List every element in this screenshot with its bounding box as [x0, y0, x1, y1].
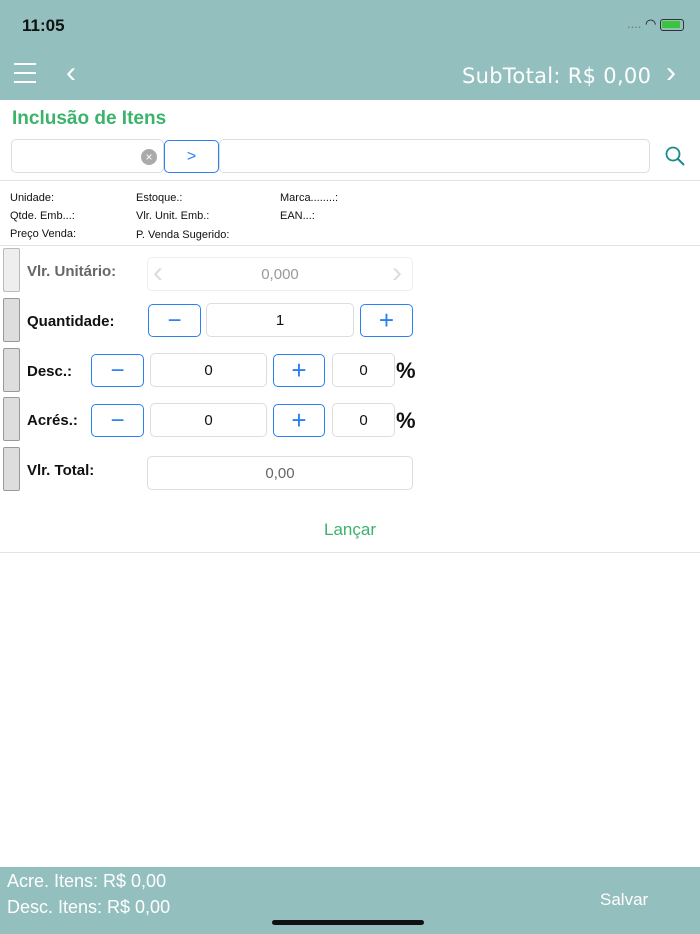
signal-icon: .... [626, 16, 642, 31]
search-icon[interactable] [664, 145, 686, 167]
menu-icon[interactable] [14, 63, 36, 85]
row-handle [3, 248, 20, 292]
page-title: Inclusão de Itens [12, 108, 167, 129]
acre-itens: Acre. Itens: R$ 0,00 [7, 871, 167, 891]
desc-input[interactable]: 0 [150, 353, 267, 387]
acres-percent-input[interactable]: 0 [332, 403, 395, 437]
decrement-icon: ‹ [153, 256, 163, 289]
subtotal: SubTotal: R$ 0,00 [462, 64, 652, 88]
info-marca: Marca........: [280, 192, 339, 204]
info-qtde-emb: Qtde. Emb...: [10, 210, 75, 222]
desc-plus-button[interactable]: + [273, 354, 325, 387]
info-estoque: Estoque.: [136, 192, 183, 204]
increment-icon: › [392, 256, 402, 289]
desc-itens: Desc. Itens: R$ 0,00 [7, 897, 171, 917]
vlr-total-label: Vlr. Total: [27, 462, 95, 479]
row-handle [3, 348, 20, 392]
status-icons: .... ◠ [627, 16, 684, 32]
description-input[interactable] [219, 139, 650, 173]
salvar-button[interactable]: Salvar [600, 890, 648, 910]
lancar-button[interactable]: Lançar [0, 520, 700, 540]
percent-symbol: % [396, 408, 416, 433]
acres-label: Acrés.: [27, 412, 78, 429]
clear-icon[interactable]: × [141, 149, 157, 165]
divider [0, 552, 700, 553]
home-indicator [272, 920, 424, 925]
info-vlr-unit-emb: Vlr. Unit. Emb.: [136, 210, 210, 222]
acres-plus-button[interactable]: + [273, 404, 325, 437]
go-button[interactable]: > [164, 140, 219, 173]
row-handle [3, 298, 20, 342]
status-time: 11:05 [22, 16, 65, 35]
vlr-unitario-field: 0,000 [147, 257, 413, 291]
quantidade-input[interactable]: 1 [206, 303, 354, 337]
row-handle [3, 447, 20, 491]
quantidade-label: Quantidade: [27, 313, 115, 330]
acres-minus-button[interactable]: − [91, 404, 144, 437]
info-unidade: Unidade: [10, 192, 55, 204]
info-p-venda-sugerido: P. Venda Sugerido: [136, 229, 230, 241]
wifi-icon: ◠ [645, 16, 657, 31]
info-ean: EAN...: [280, 210, 315, 222]
acres-input[interactable]: 0 [150, 403, 267, 437]
vlr-total-field: 0,00 [147, 456, 413, 490]
info-preco-venda: Preço Venda: [10, 228, 77, 240]
divider [0, 180, 700, 181]
back-icon[interactable]: ‹ [66, 56, 76, 90]
divider [0, 245, 700, 246]
desc-label: Desc.: [27, 363, 73, 380]
vlr-unitario-label: Vlr. Unitário: [27, 263, 117, 280]
battery-icon [660, 18, 684, 31]
quantidade-plus-button[interactable]: + [360, 304, 413, 337]
desc-percent-input[interactable]: 0 [332, 353, 395, 387]
quantidade-minus-button[interactable]: − [148, 304, 201, 337]
row-handle [3, 397, 20, 441]
percent-symbol: % [396, 358, 416, 383]
desc-minus-button[interactable]: − [91, 354, 144, 387]
forward-icon[interactable]: › [666, 56, 676, 90]
